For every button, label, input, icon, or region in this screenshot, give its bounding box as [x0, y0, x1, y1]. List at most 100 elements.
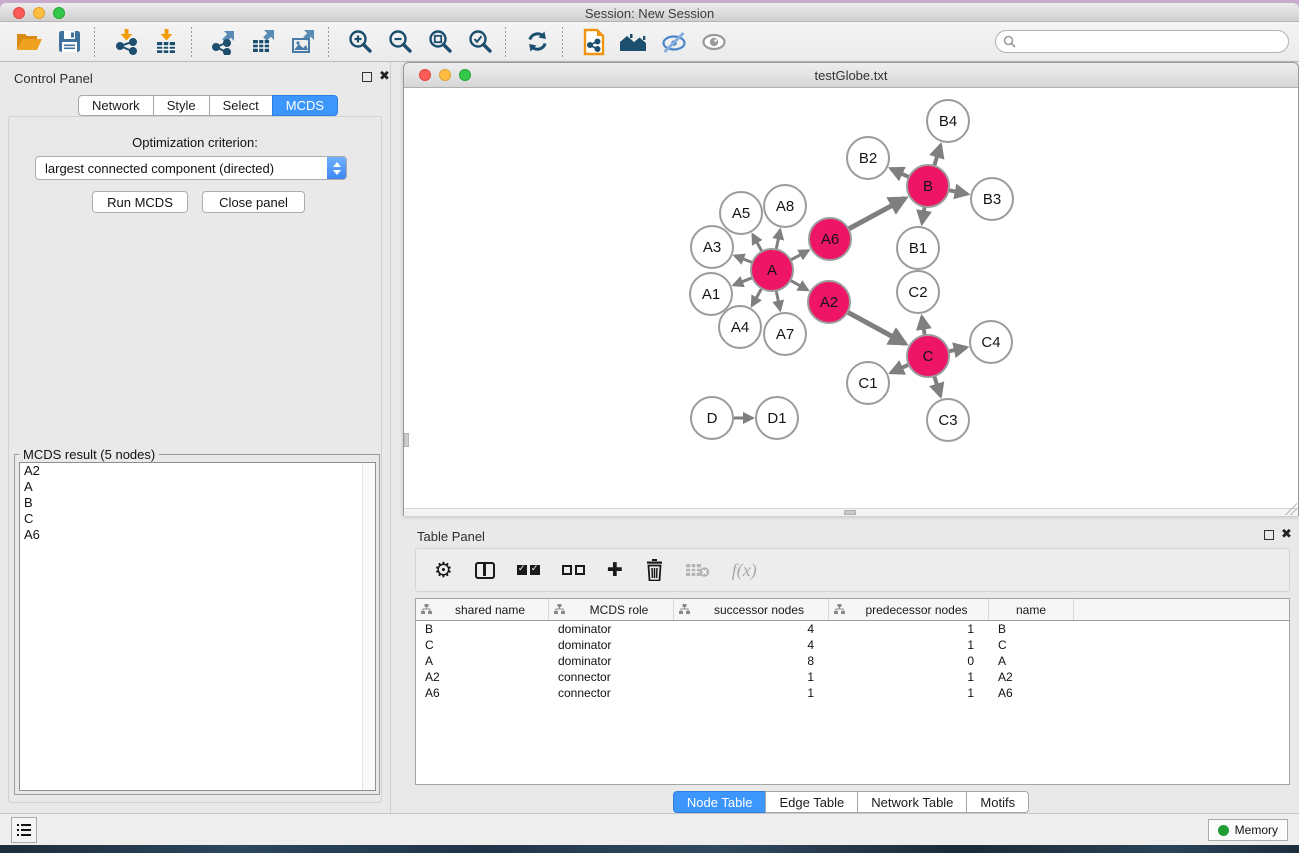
result-list-item[interactable]: B	[20, 495, 375, 511]
float-panel-icon[interactable]	[362, 72, 372, 82]
tab-motifs[interactable]: Motifs	[966, 791, 1029, 813]
result-list-item[interactable]: A6	[20, 527, 375, 543]
column-header-MCDS-role[interactable]: MCDS role	[549, 599, 674, 620]
graph-edge-A-A6[interactable]	[791, 251, 809, 261]
tab-mcds[interactable]: MCDS	[272, 95, 338, 116]
graph-edge-A-A2[interactable]	[790, 280, 807, 290]
column-header-predecessor-nodes[interactable]: predecessor nodes	[829, 599, 989, 620]
settings-gear-icon[interactable]: ⚙	[434, 558, 453, 582]
graph-edge-A2-C[interactable]	[847, 312, 905, 343]
zoom-fit-icon[interactable]	[423, 26, 457, 58]
import-table-icon[interactable]	[149, 26, 183, 58]
node-table[interactable]: shared nameMCDS rolesuccessor nodesprede…	[415, 598, 1290, 785]
graph-node-C1[interactable]: C1	[847, 362, 889, 404]
graph-edge-A-A7[interactable]	[776, 291, 780, 311]
graph-edge-A-A5[interactable]	[753, 234, 762, 251]
table-row[interactable]: Adominator80A	[416, 653, 1289, 669]
graph-edge-A-A4[interactable]	[752, 288, 762, 305]
graph-node-B4[interactable]: B4	[927, 100, 969, 142]
table-row[interactable]: A6connector11A6	[416, 685, 1289, 701]
close-panel-icon[interactable]: ✖	[379, 71, 390, 83]
graph-edge-A6-B[interactable]	[848, 198, 905, 229]
close-panel-button[interactable]: Close panel	[202, 191, 305, 213]
delete-column-icon[interactable]	[645, 559, 664, 581]
graph-edge-B-B4[interactable]	[934, 145, 940, 166]
graph-node-A3[interactable]: A3	[691, 226, 733, 268]
graph-node-A6[interactable]: A6	[809, 218, 851, 260]
graph-node-B[interactable]: B	[907, 165, 949, 207]
zoom-out-icon[interactable]	[383, 26, 417, 58]
mcds-result-list[interactable]: A2ABCA6	[19, 462, 376, 791]
result-list-item[interactable]: A2	[20, 463, 375, 479]
network-canvas[interactable]: A A1 A2 A3 A4 A5 A6 A7 A8 B B1 B2 B3B4 C C1 C2 C3C4 D D1	[404, 88, 1298, 516]
graph-node-B1[interactable]: B1	[897, 227, 939, 269]
import-network-icon[interactable]	[109, 26, 143, 58]
graph-edge-A-A8[interactable]	[776, 230, 780, 250]
graph-edge-C-C1[interactable]	[891, 365, 909, 373]
export-image-icon[interactable]	[286, 26, 320, 58]
show-eye-icon[interactable]	[697, 26, 731, 58]
graph-node-A8[interactable]: A8	[764, 185, 806, 227]
graph-edge-A-A3[interactable]	[735, 256, 753, 263]
graph-node-B3[interactable]: B3	[971, 178, 1013, 220]
table-row[interactable]: Cdominator41C	[416, 637, 1289, 653]
graph-node-D1[interactable]: D1	[756, 397, 798, 439]
graph-node-A4[interactable]: A4	[719, 306, 761, 348]
result-list-item[interactable]: C	[20, 511, 375, 527]
table-row[interactable]: A2connector11A2	[416, 669, 1289, 685]
export-table-icon[interactable]	[246, 26, 280, 58]
share-session-icon[interactable]	[577, 26, 611, 58]
search-field[interactable]	[995, 30, 1289, 53]
graph-edge-C-C2[interactable]	[922, 317, 925, 335]
zoom-in-icon[interactable]	[343, 26, 377, 58]
graph-node-B2[interactable]: B2	[847, 137, 889, 179]
graph-node-A1[interactable]: A1	[690, 273, 732, 315]
export-network-icon[interactable]	[206, 26, 240, 58]
graph-node-A7[interactable]: A7	[764, 313, 806, 355]
home-icon[interactable]	[617, 26, 651, 58]
tab-style[interactable]: Style	[153, 95, 210, 116]
column-header-name[interactable]: name	[989, 599, 1074, 620]
network-vscroll-thumb[interactable]	[404, 433, 409, 447]
window-resize-grip[interactable]	[1285, 503, 1297, 515]
result-list-item[interactable]: A	[20, 479, 375, 495]
graph-node-C[interactable]: C	[907, 335, 949, 377]
graph-node-C2[interactable]: C2	[897, 271, 939, 313]
graph-node-C3[interactable]: C3	[927, 399, 969, 441]
table-float-icon[interactable]	[1264, 530, 1274, 540]
zoom-selected-icon[interactable]	[463, 26, 497, 58]
column-header-shared-name[interactable]: shared name	[416, 599, 549, 620]
graph-edge-C-C4[interactable]	[948, 347, 966, 351]
task-history-icon[interactable]	[11, 817, 37, 843]
graph-edge-A-A1[interactable]	[734, 278, 753, 285]
table-row[interactable]: Bdominator41B	[416, 621, 1289, 637]
column-header-successor-nodes[interactable]: successor nodes	[674, 599, 829, 620]
tab-network[interactable]: Network	[78, 95, 154, 116]
graph-node-A5[interactable]: A5	[720, 192, 762, 234]
run-mcds-button[interactable]: Run MCDS	[92, 191, 188, 213]
memory-button[interactable]: Memory	[1208, 819, 1288, 841]
graph-edge-B-B2[interactable]	[891, 169, 909, 177]
tab-edge-table[interactable]: Edge Table	[765, 791, 858, 813]
search-input[interactable]	[1016, 35, 1288, 49]
graph-node-A2[interactable]: A2	[808, 281, 850, 323]
save-session-icon[interactable]	[52, 26, 86, 58]
split-view-icon[interactable]	[475, 562, 495, 579]
graph-node-C4[interactable]: C4	[970, 321, 1012, 363]
graph-node-D[interactable]: D	[691, 397, 733, 439]
criterion-dropdown[interactable]: largest connected component (directed)	[35, 156, 347, 180]
open-file-icon[interactable]	[12, 26, 46, 58]
result-list-scrollbar[interactable]	[362, 463, 375, 790]
graph-node-A[interactable]: A	[751, 249, 793, 291]
refresh-icon[interactable]	[520, 26, 554, 58]
tab-node-table[interactable]: Node Table	[673, 791, 767, 813]
table-close-icon[interactable]: ✖	[1281, 529, 1292, 541]
network-hscroll[interactable]	[404, 508, 1298, 516]
graph-edge-B-B1[interactable]	[922, 207, 925, 223]
add-column-icon[interactable]: ✚	[607, 559, 623, 581]
graph-edge-B-B3[interactable]	[949, 190, 968, 194]
network-window-titlebar[interactable]: testGlobe.txt	[404, 63, 1298, 88]
tab-select[interactable]: Select	[209, 95, 273, 116]
graph-edge-C-C3[interactable]	[934, 376, 940, 396]
deselect-all-icon[interactable]	[562, 565, 585, 575]
